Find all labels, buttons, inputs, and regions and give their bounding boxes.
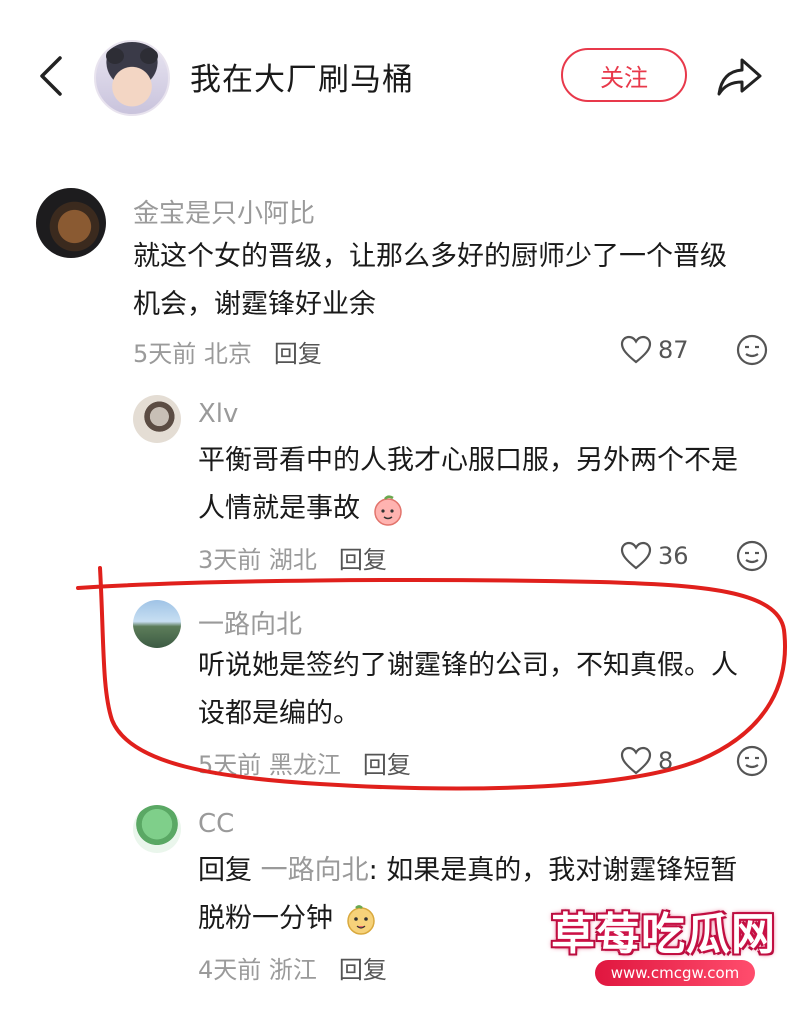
heart-icon xyxy=(620,541,652,570)
comment-time-location: 5天前 黑龙江 xyxy=(198,751,341,779)
share-button[interactable] xyxy=(714,50,766,102)
like-count: 87 xyxy=(658,336,689,364)
comment-text-line: 平衡哥看中的人我才心服口服，另外两个不是 xyxy=(198,445,738,476)
comment-meta: 4天前 浙江 回复 xyxy=(198,950,387,985)
comment-username[interactable]: CC xyxy=(198,809,234,839)
back-button[interactable] xyxy=(30,50,74,102)
emoji-reaction-button[interactable] xyxy=(735,539,769,573)
user-avatar[interactable] xyxy=(36,188,106,258)
comment-meta: 5天前 北京 回复 xyxy=(133,334,322,369)
comment-text-line: 人情就是事故 xyxy=(198,485,405,533)
heart-icon xyxy=(620,335,652,364)
comment-text-line: 机会，谢霆锋好业余 xyxy=(133,289,376,320)
comment-time-location: 3天前 湖北 xyxy=(198,546,317,574)
emoji-reaction-button[interactable] xyxy=(735,333,769,367)
comment-username[interactable]: 金宝是只小阿比 xyxy=(133,193,315,230)
like-button[interactable]: 87 xyxy=(620,332,730,368)
comment-username[interactable]: Xlv xyxy=(198,399,238,429)
dog-emoji-icon xyxy=(346,904,375,935)
comment-text-line: 听说她是签约了谢霆锋的公司，不知真假。人 xyxy=(198,650,738,681)
comment-time-location: 4天前 浙江 xyxy=(198,956,317,984)
reply-target-username[interactable]: 一路向北 xyxy=(261,855,369,886)
watermark: 草莓吃瓜网 www.cmcgw.com xyxy=(535,878,800,998)
user-avatar[interactable] xyxy=(133,395,181,443)
top-bar: 我在大厂刷马桶 关注 xyxy=(0,0,800,150)
comment-username[interactable]: 一路向北 xyxy=(198,604,302,641)
emoji-reaction-button[interactable] xyxy=(735,744,769,778)
follow-button[interactable]: 关注 xyxy=(561,48,687,102)
chevron-left-icon xyxy=(40,56,62,96)
reply-button[interactable]: 回复 xyxy=(339,546,387,574)
comment-text-line: 设都是编的。 xyxy=(198,698,360,729)
smiley-icon xyxy=(736,334,768,366)
red-circle-annotation xyxy=(76,566,787,791)
like-button[interactable]: 8 xyxy=(620,743,730,779)
reply-button[interactable]: 回复 xyxy=(363,751,411,779)
comment-text-line: 脱粉一分钟 xyxy=(198,895,378,943)
peach-emoji-icon xyxy=(373,494,402,526)
like-count: 36 xyxy=(658,542,689,570)
watermark-title: 草莓吃瓜网 xyxy=(551,909,776,960)
user-avatar[interactable] xyxy=(133,805,181,853)
comment-text-segment: 人情就是事故 xyxy=(198,493,360,524)
smiley-icon xyxy=(736,540,768,572)
share-icon xyxy=(717,58,762,96)
heart-icon xyxy=(620,746,652,775)
comment-text-line: 就这个女的晋级，让那么多好的厨师少了一个晋级 xyxy=(133,241,727,272)
author-avatar[interactable] xyxy=(94,40,170,116)
watermark-url: www.cmcgw.com xyxy=(595,960,755,986)
comment-time-location: 5天前 北京 xyxy=(133,340,252,368)
comment-meta: 5天前 黑龙江 回复 xyxy=(198,745,411,780)
like-button[interactable]: 36 xyxy=(620,538,730,574)
reply-prefix: 回复 xyxy=(198,855,252,886)
author-name[interactable]: 我在大厂刷马桶 xyxy=(190,54,414,99)
user-avatar[interactable] xyxy=(133,600,181,648)
comment-text-segment: 脱粉一分钟 xyxy=(198,903,333,934)
reply-button[interactable]: 回复 xyxy=(274,340,322,368)
comment-page: 我在大厂刷马桶 关注 金宝是只小阿比 就这个女的晋级，让那么多好的厨师少了一个晋… xyxy=(0,0,800,1012)
like-count: 8 xyxy=(658,747,674,775)
smiley-icon xyxy=(736,745,768,777)
comment-meta: 3天前 湖北 回复 xyxy=(198,540,387,575)
reply-button[interactable]: 回复 xyxy=(339,956,387,984)
